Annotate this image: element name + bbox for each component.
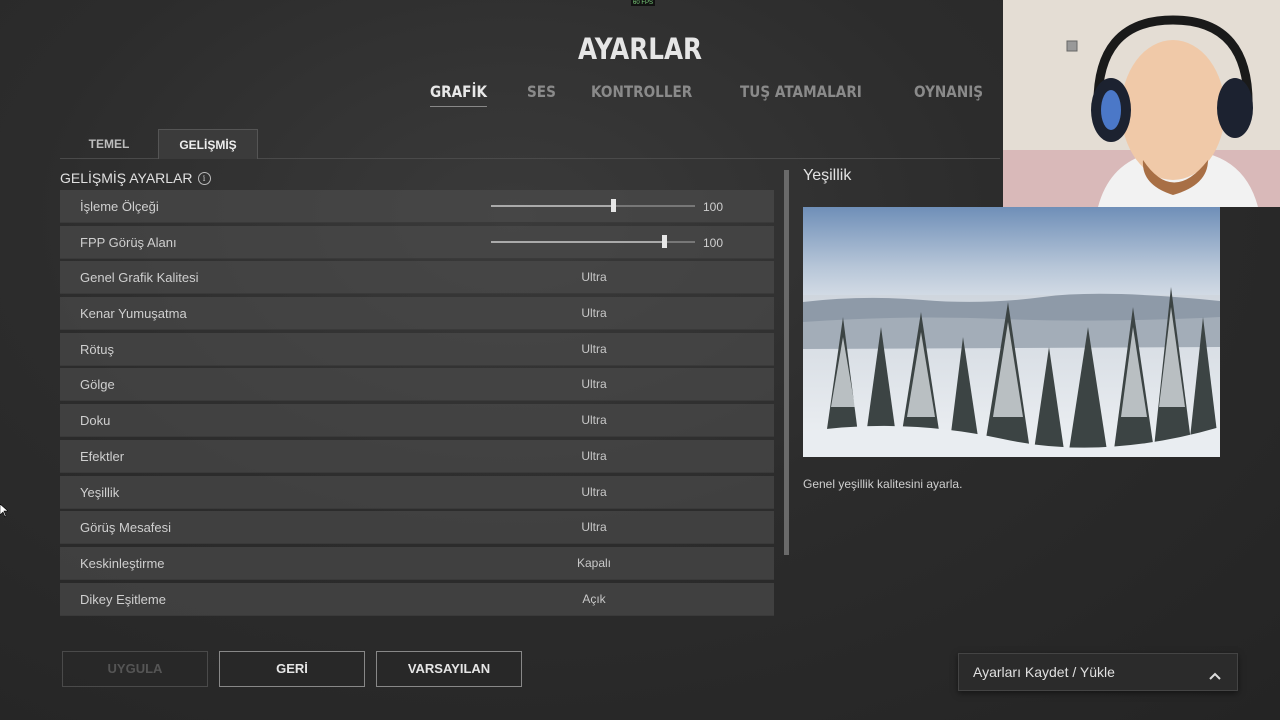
save-load-label: Ayarları Kaydet / Yükle [973,664,1115,680]
main-tabs: GRAFİK SES KONTROLLER TUŞ ATAMALARI OYNA… [430,82,1025,107]
setting-value-text: Kapalı [576,555,612,570]
settings-scrollbar[interactable] [784,170,789,616]
setting-row[interactable]: Gölge Ultra [60,368,774,402]
setting-value-text: Ultra [581,413,607,428]
preview-title: Yeşillik [803,167,852,184]
slider-value: 100 [703,200,724,214]
setting-label: Efektler [80,448,125,464]
slider-handle[interactable] [662,234,668,248]
setting-value-text: Ultra [581,520,607,535]
setting-value-text: Ultra [581,448,607,463]
mouse-cursor-icon [0,503,9,523]
chevron-up-icon [1209,667,1221,685]
setting-row[interactable]: Rötuş Ultra [60,332,774,366]
setting-row[interactable]: Doku Ultra [60,404,774,438]
settings-list: İşleme Ölçeği 100 FPP Görüş Alanı 100 Ge… [60,190,774,617]
tab-sound[interactable]: SES [527,82,556,101]
sub-tabs: TEMEL GELİŞMİŞ [60,129,1000,159]
tab-controls[interactable]: KONTROLLER [591,82,692,101]
setting-label: Kenar Yumuşatma [80,306,187,322]
render-scale-slider[interactable] [491,199,695,212]
apply-button[interactable]: UYGULA [62,651,208,687]
setting-row[interactable]: Dikey Eşitleme Açık [60,582,774,616]
setting-value-text: Ultra [581,377,607,392]
setting-label: Keskinleştirme [80,555,165,571]
slider-value: 100 [703,235,724,250]
setting-label: Görüş Mesafesi [80,520,172,536]
tab-gameplay[interactable]: OYNANIŞ [914,82,983,101]
setting-row[interactable]: Görüş Mesafesi Ultra [60,511,774,545]
tab-keybindings[interactable]: TUŞ ATAMALARI [740,82,862,101]
save-load-dropdown[interactable]: Ayarları Kaydet / Yükle [958,653,1238,691]
setting-label: Gölge [80,377,115,393]
webcam-overlay [1003,0,1280,207]
fpp-fov-slider[interactable] [491,234,695,248]
snowy-forest-image [803,207,1220,457]
setting-label: Doku [80,413,111,429]
setting-row[interactable]: Yeşillik Ultra [60,475,774,509]
preview-image [803,207,1220,457]
section-title-text: GELİŞMİŞ AYARLAR [60,170,193,186]
slider-fill [491,205,614,207]
subtab-basic[interactable]: TEMEL [60,129,158,158]
setting-value-text: Açık [582,591,606,606]
scrollbar-thumb[interactable] [784,170,789,555]
setting-label: Dikey Eşitleme [80,591,166,607]
setting-label: Rötuş [80,341,114,357]
slider-fill [491,240,665,243]
setting-value-text: Ultra [581,341,607,356]
section-title: GELİŞMİŞ AYARLAR i [60,170,211,186]
defaults-button[interactable]: VARSAYILAN [376,651,522,687]
back-button[interactable]: GERİ [219,651,365,687]
subtab-advanced[interactable]: GELİŞMİŞ [158,129,258,159]
setting-value-text: Ultra [581,306,607,321]
info-icon[interactable]: i [197,171,211,185]
setting-row[interactable]: Efektler Ultra [60,439,774,473]
setting-label: Genel Grafik Kalitesi [80,270,199,286]
setting-label: Yeşillik [80,484,120,500]
setting-row-fpp-fov[interactable]: FPP Görüş Alanı 100 [60,225,774,259]
setting-label: FPP Görüş Alanı [80,234,177,250]
setting-row[interactable]: Keskinleştirme Kapalı [60,546,774,580]
streamer-webcam-image [1003,0,1280,207]
setting-row-render-scale[interactable]: İşleme Ölçeği 100 [60,190,774,223]
setting-value-text: Ultra [581,270,607,285]
setting-row[interactable]: Genel Grafik Kalitesi Ultra [60,261,774,295]
fps-counter: 60 FPS [631,0,656,6]
slider-handle[interactable] [611,199,617,212]
setting-value-text: Ultra [581,484,607,499]
preview-description: Genel yeşillik kalitesini ayarla. [803,477,963,491]
setting-label: İşleme Ölçeği [80,199,159,214]
setting-row[interactable]: Kenar Yumuşatma Ultra [60,297,774,331]
tab-graphics[interactable]: GRAFİK [430,82,488,107]
